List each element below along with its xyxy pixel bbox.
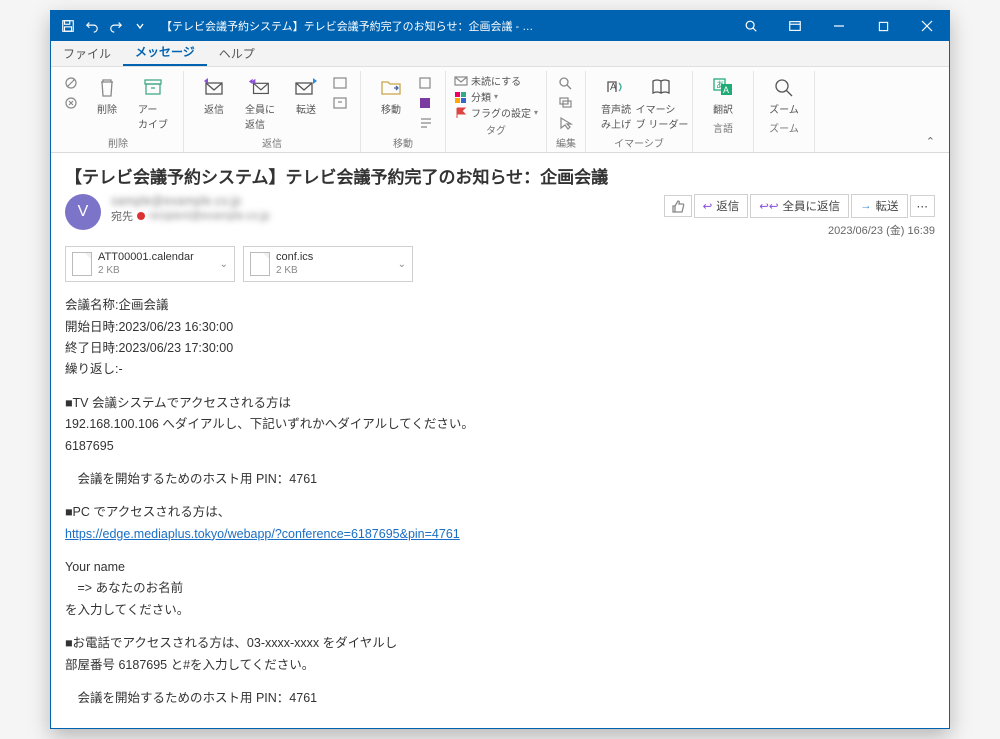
ribbon-group-move: 移動 移動 xyxy=(365,71,446,152)
collapse-ribbon-icon[interactable]: ⌃ xyxy=(918,131,943,152)
redo-icon[interactable] xyxy=(107,17,125,35)
reply-icon xyxy=(202,75,226,99)
archive-button[interactable]: アー カイブ xyxy=(131,73,175,133)
mail-header: V sample@example.co.jp 宛先 recipient@exam… xyxy=(65,194,935,238)
translate-button[interactable]: あA 翻訳 xyxy=(701,73,745,118)
conference-link[interactable]: https://edge.mediaplus.tokyo/webapp/?con… xyxy=(65,527,460,541)
ribbon-display-icon[interactable] xyxy=(773,11,817,41)
presence-dot-icon xyxy=(137,212,145,220)
ribbon: 削除 アー カイブ 削除 返信 全員に 返信 xyxy=(51,67,949,153)
move-button[interactable]: 移動 xyxy=(369,73,413,118)
title-bar: 【テレビ会議予約システム】テレビ会議予約完了のお知らせ：企画会議 - … xyxy=(51,11,949,41)
book-icon xyxy=(650,75,674,99)
window-title: 【テレビ会議予約システム】テレビ会議予約完了のお知らせ：企画会議 - … xyxy=(161,18,729,34)
recipient-address: recipient@example.co.jp xyxy=(149,210,270,222)
undo-icon[interactable] xyxy=(83,17,101,35)
close-button[interactable] xyxy=(905,11,949,41)
reply-all-icon xyxy=(248,75,272,99)
mail-subject: 【テレビ会議予約システム】テレビ会議予約完了のお知らせ：企画会議 xyxy=(65,163,935,188)
ribbon-group-tags: 未読にする 分類▾ フラグの設定▾ タグ xyxy=(450,71,547,152)
zoom-button[interactable]: ズーム xyxy=(762,73,806,118)
sender-address: sample@example.co.jp xyxy=(111,194,654,208)
ribbon-group-zoom: ズーム ズーム xyxy=(758,71,815,152)
file-icon xyxy=(72,252,92,276)
ignore-icon[interactable] xyxy=(61,73,83,93)
forward-button[interactable]: 転送 xyxy=(284,73,328,118)
file-icon xyxy=(250,252,270,276)
save-icon[interactable] xyxy=(59,17,77,35)
more-respond-icon[interactable] xyxy=(330,93,352,113)
header-reply-button[interactable]: ↩返信 xyxy=(694,194,749,218)
reply-all-button[interactable]: 全員に 返信 xyxy=(238,73,282,133)
header-forward-button[interactable]: →転送 xyxy=(851,194,908,218)
ribbon-group-edit: 編集 xyxy=(551,71,586,152)
ribbon-group-respond: 返信 全員に 返信 転送 返信 xyxy=(188,71,361,152)
chevron-down-icon[interactable] xyxy=(131,17,149,35)
tab-file[interactable]: ファイル xyxy=(51,40,123,66)
flag-button[interactable]: フラグの設定▾ xyxy=(454,105,538,120)
like-button[interactable] xyxy=(664,195,692,217)
delete-button[interactable]: 削除 xyxy=(85,73,129,118)
read-aloud-button[interactable]: A 音声読 み上げ xyxy=(594,73,638,133)
translate-icon: あA xyxy=(711,75,735,99)
junk-icon[interactable] xyxy=(61,93,83,113)
ribbon-tabs: ファイル メッセージ ヘルプ xyxy=(51,41,949,67)
immersive-reader-button[interactable]: イマーシ ブ リーダー xyxy=(640,73,684,133)
quick-access-toolbar xyxy=(51,17,149,35)
rules-icon[interactable] xyxy=(415,73,437,93)
chevron-down-icon[interactable]: ⌄ xyxy=(220,259,228,270)
chevron-down-icon[interactable]: ⌄ xyxy=(398,259,406,270)
header-actions: ↩返信 ↩↩全員に返信 →転送 ⋯ xyxy=(664,194,935,218)
ribbon-group-language: あA 翻訳 言語 xyxy=(697,71,754,152)
select-icon[interactable] xyxy=(555,113,577,133)
minimize-button[interactable] xyxy=(817,11,861,41)
svg-text:A: A xyxy=(610,82,617,93)
zoom-icon xyxy=(772,75,796,99)
tab-help[interactable]: ヘルプ xyxy=(207,40,267,66)
onenote-icon[interactable] xyxy=(415,93,437,113)
attachment-item[interactable]: ATT00001.calendar2 KB ⌄ xyxy=(65,246,235,282)
trash-icon xyxy=(95,75,119,99)
mark-unread-button[interactable]: 未読にする xyxy=(454,73,538,88)
svg-text:A: A xyxy=(723,85,729,95)
mail-reading-window: 【テレビ会議予約システム】テレビ会議予約完了のお知らせ：企画会議 - … ファイ… xyxy=(50,10,950,729)
ribbon-group-delete: 削除 アー カイブ 削除 xyxy=(57,71,184,152)
archive-icon xyxy=(141,75,165,99)
mail-datetime: 2023/06/23 (金) 16:39 xyxy=(664,222,935,238)
meeting-icon[interactable] xyxy=(330,73,352,93)
message-content: 会議名称:企画会議 開始日時:2023/06/23 16:30:00 終了日時:… xyxy=(65,296,935,708)
move-folder-icon xyxy=(379,75,403,99)
categorize-button[interactable]: 分類▾ xyxy=(454,89,538,104)
read-aloud-icon: A xyxy=(604,75,628,99)
attachment-item[interactable]: conf.ics2 KB ⌄ xyxy=(243,246,413,282)
forward-icon xyxy=(294,75,318,99)
more-actions-button[interactable]: ⋯ xyxy=(910,195,936,217)
reply-button[interactable]: 返信 xyxy=(192,73,236,118)
ribbon-group-immersive: A 音声読 み上げ イマーシ ブ リーダー イマーシブ xyxy=(590,71,693,152)
attachments-row: ATT00001.calendar2 KB ⌄ conf.ics2 KB ⌄ xyxy=(65,246,935,282)
window-controls xyxy=(729,11,949,41)
find-icon[interactable] xyxy=(555,73,577,93)
header-reply-all-button[interactable]: ↩↩全員に返信 xyxy=(750,194,849,218)
message-body-area: 【テレビ会議予約システム】テレビ会議予約完了のお知らせ：企画会議 V sampl… xyxy=(51,153,949,728)
search-icon[interactable] xyxy=(729,11,773,41)
to-label: 宛先 xyxy=(111,208,133,224)
tab-message[interactable]: メッセージ xyxy=(123,38,207,66)
maximize-button[interactable] xyxy=(861,11,905,41)
actions-icon[interactable] xyxy=(415,113,437,133)
related-icon[interactable] xyxy=(555,93,577,113)
sender-avatar: V xyxy=(65,194,101,230)
